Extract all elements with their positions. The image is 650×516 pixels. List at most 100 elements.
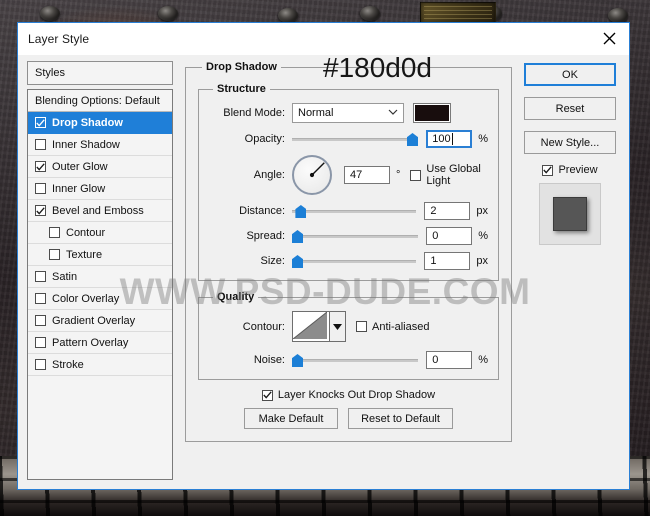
distance-input[interactable]: 2 [424, 202, 471, 220]
spread-slider-thumb[interactable] [292, 230, 303, 243]
style-row-blending-options-default[interactable]: Blending Options: Default [28, 90, 172, 112]
style-row-bevel-and-emboss[interactable]: Bevel and Emboss [28, 200, 172, 222]
styles-header[interactable]: Styles [27, 61, 173, 85]
contour-row: Contour: Anti-aliased [209, 311, 488, 342]
spread-slider[interactable] [292, 229, 419, 243]
style-row-label: Stroke [52, 358, 84, 371]
style-row-label: Blending Options: Default [35, 94, 160, 107]
size-slider[interactable] [292, 254, 417, 268]
preview-label: Preview [558, 164, 598, 176]
preview-shape [553, 197, 587, 231]
size-slider-thumb[interactable] [292, 255, 303, 268]
angle-input[interactable]: 47 [344, 166, 390, 184]
quality-group-title: Quality [217, 291, 255, 303]
shadow-color-swatch[interactable] [413, 103, 451, 123]
angle-label: Angle: [253, 169, 285, 181]
spread-unit: % [478, 230, 488, 242]
checkbox-icon[interactable] [35, 139, 46, 150]
contour-dropdown-button[interactable] [330, 311, 346, 342]
checkbox-icon[interactable] [35, 117, 46, 128]
distance-value: 2 [430, 205, 437, 217]
blend-mode-row: Blend Mode: Normal [209, 103, 488, 123]
size-label: Size: [260, 255, 285, 267]
style-row-label: Color Overlay [52, 292, 120, 305]
reset-button[interactable]: Reset [524, 97, 616, 120]
distance-slider-thumb[interactable] [295, 205, 307, 218]
size-input[interactable]: 1 [424, 252, 471, 270]
rivet-icon [40, 6, 60, 21]
checkbox-icon[interactable] [35, 359, 46, 370]
style-row-label: Inner Glow [52, 182, 106, 195]
anti-aliased-label: Anti-aliased [372, 320, 430, 333]
checkbox-icon[interactable] [35, 161, 46, 172]
blend-mode-label: Blend Mode: [223, 107, 285, 119]
new-style-button[interactable]: New Style... [524, 131, 616, 154]
distance-slider[interactable] [292, 204, 417, 218]
dialog-titlebar: Layer Style [18, 23, 629, 55]
contour-preview[interactable] [292, 311, 330, 342]
opacity-row: Opacity: 100 % [209, 130, 488, 148]
style-row-pattern-overlay[interactable]: Pattern Overlay [28, 332, 172, 354]
preview-checkbox[interactable]: Preview [542, 164, 598, 176]
styles-header-label: Styles [35, 67, 65, 79]
anti-aliased-checkbox[interactable]: Anti-aliased [356, 321, 429, 333]
checkbox-icon[interactable] [49, 249, 60, 260]
checkbox-icon[interactable] [35, 315, 46, 326]
style-row-label: Pattern Overlay [52, 336, 129, 349]
style-row-satin[interactable]: Satin [28, 266, 172, 288]
noise-slider-thumb[interactable] [292, 354, 303, 367]
chevron-down-icon [333, 323, 342, 330]
styles-list[interactable]: Blending Options: Default Drop Shadow Inne… [27, 89, 173, 480]
noise-slider[interactable] [292, 353, 419, 367]
checkbox-icon[interactable] [49, 227, 60, 238]
style-row-inner-glow[interactable]: Inner Glow [28, 178, 172, 200]
style-row-outer-glow[interactable]: Outer Glow [28, 156, 172, 178]
checkbox-icon[interactable] [35, 205, 46, 216]
style-row-texture[interactable]: Texture [28, 244, 172, 266]
drop-shadow-settings: Drop Shadow Structure Blend Mode: Normal [173, 61, 520, 480]
quality-group: Quality Contour: Anti-aliased Noise: 0 % [198, 291, 499, 380]
size-slider-track [292, 260, 417, 263]
style-row-contour[interactable]: Contour [28, 222, 172, 244]
close-button[interactable] [589, 23, 629, 53]
style-row-label: Inner Shadow [52, 138, 120, 151]
dialog-title: Layer Style [28, 31, 90, 46]
style-row-stroke[interactable]: Stroke [28, 354, 172, 376]
use-global-light-label: Use Global Light [426, 163, 481, 187]
spread-row: Spread: 0 % [209, 227, 488, 245]
opacity-input[interactable]: 100 [426, 130, 473, 148]
reset-label: Reset [555, 102, 585, 115]
blend-mode-select[interactable]: Normal [292, 103, 404, 123]
checkbox-icon[interactable] [35, 271, 46, 282]
checkbox-icon[interactable] [35, 337, 46, 348]
spread-input[interactable]: 0 [426, 227, 473, 245]
styles-panel: Styles Blending Options: Default Drop Sha… [27, 61, 173, 480]
opacity-label: Opacity: [244, 133, 285, 145]
style-row-color-overlay[interactable]: Color Overlay [28, 288, 172, 310]
check-icon [36, 118, 45, 127]
new-style-label: New Style... [540, 136, 600, 149]
opacity-value: 100 [432, 133, 451, 145]
check-icon [543, 166, 553, 174]
size-value: 1 [430, 255, 437, 267]
check-icon [36, 162, 45, 171]
make-default-button[interactable]: Make Default [244, 408, 338, 429]
style-row-label: Drop Shadow [52, 116, 123, 129]
style-row-drop-shadow[interactable]: Drop Shadow [28, 112, 172, 134]
reset-to-default-label: Reset to Default [361, 412, 440, 425]
checkbox-icon[interactable] [35, 293, 46, 304]
contour-curve-icon [292, 311, 328, 340]
style-row-inner-shadow[interactable]: Inner Shadow [28, 134, 172, 156]
layer-knocks-out-checkbox[interactable]: Layer Knocks Out Drop Shadow [261, 389, 435, 401]
checkbox-icon[interactable] [35, 183, 46, 194]
ok-button[interactable]: OK [524, 63, 616, 86]
angle-dial[interactable] [292, 155, 332, 195]
opacity-slider[interactable] [292, 132, 419, 146]
use-global-light-checkbox[interactable]: Use Global Light [410, 163, 488, 187]
ok-label: OK [562, 68, 578, 81]
distance-slider-track [292, 210, 417, 213]
reset-to-default-button[interactable]: Reset to Default [348, 408, 453, 429]
noise-input[interactable]: 0 [426, 351, 473, 369]
style-row-gradient-overlay[interactable]: Gradient Overlay [28, 310, 172, 332]
opacity-slider-thumb[interactable] [407, 133, 418, 146]
